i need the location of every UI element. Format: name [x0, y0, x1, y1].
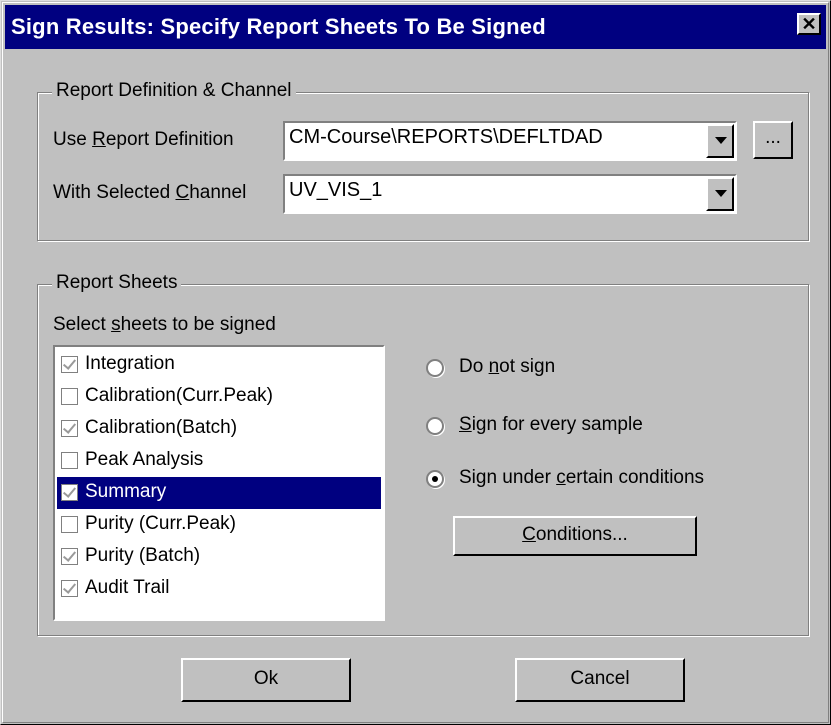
sheet-label: Peak Analysis: [85, 449, 204, 470]
use-report-definition-label: Use Report Definition: [53, 129, 234, 150]
browse-button[interactable]: ...: [753, 121, 793, 159]
dropdown-arrow-icon[interactable]: [706, 124, 734, 158]
sheet-label: Calibration(Curr.Peak): [85, 385, 273, 406]
title-bar[interactable]: Sign Results: Specify Report Sheets To B…: [5, 5, 826, 49]
sheet-list-item[interactable]: Purity (Curr.Peak): [57, 509, 381, 541]
sign-results-dialog: Sign Results: Specify Report Sheets To B…: [0, 0, 831, 725]
selected-channel-label: With Selected Channel: [53, 182, 247, 203]
radio-do-not-sign[interactable]: [426, 359, 444, 377]
dropdown-arrow-icon[interactable]: [706, 177, 734, 211]
sheet-checkbox[interactable]: [61, 580, 78, 597]
channel-value: UV_VIS_1: [289, 179, 383, 201]
conditions-button[interactable]: Conditions...: [453, 516, 697, 556]
report-definition-group: Report Definition & Channel: [37, 80, 809, 241]
sheet-label: Integration: [85, 353, 175, 374]
sheet-checkbox[interactable]: [61, 388, 78, 405]
sheet-list-item[interactable]: Peak Analysis: [57, 445, 381, 477]
dialog-title: Sign Results: Specify Report Sheets To B…: [11, 14, 546, 39]
sheet-list-item[interactable]: Calibration(Curr.Peak): [57, 381, 381, 413]
sheet-list-item[interactable]: Integration: [57, 349, 381, 381]
close-button[interactable]: ✕: [797, 13, 821, 35]
sheet-list-item[interactable]: Summary: [57, 477, 381, 509]
sheet-checkbox[interactable]: [61, 420, 78, 437]
sheet-checkbox[interactable]: [61, 516, 78, 533]
sheet-checkbox[interactable]: [61, 484, 78, 501]
sheets-listbox[interactable]: Integration Calibration(Curr.Peak) Calibra…: [53, 345, 385, 621]
radio-sign-every-sample-label[interactable]: Sign for every sample: [459, 414, 643, 436]
report-sheets-legend: Report Sheets: [52, 272, 182, 294]
radio-sign-every-sample[interactable]: [426, 417, 444, 435]
report-definition-legend: Report Definition & Channel: [52, 80, 296, 102]
report-definition-combo[interactable]: CM-Course\REPORTS\DEFLTDAD: [283, 121, 737, 161]
close-icon: ✕: [801, 14, 817, 34]
sheet-checkbox[interactable]: [61, 452, 78, 469]
sheet-label: Summary: [85, 481, 167, 502]
radio-do-not-sign-label[interactable]: Do not sign: [459, 356, 555, 378]
select-sheets-label: Select sheets to be signed: [53, 314, 276, 335]
ok-button[interactable]: Ok: [181, 658, 351, 702]
cancel-button[interactable]: Cancel: [515, 658, 685, 702]
sheet-label: Calibration(Batch): [85, 417, 238, 438]
channel-combo[interactable]: UV_VIS_1: [283, 174, 737, 214]
sheet-checkbox[interactable]: [61, 356, 78, 373]
sheet-checkbox[interactable]: [61, 548, 78, 565]
sheet-label: Audit Trail: [85, 577, 170, 598]
sheet-label: Purity (Batch): [85, 545, 201, 566]
report-definition-value: CM-Course\REPORTS\DEFLTDAD: [289, 126, 603, 148]
sheet-list-item[interactable]: Audit Trail: [57, 573, 381, 605]
radio-sign-under-conditions[interactable]: [426, 470, 444, 488]
radio-sign-under-conditions-label[interactable]: Sign under certain conditions: [459, 467, 704, 489]
sheet-list-item[interactable]: Calibration(Batch): [57, 413, 381, 445]
sheet-list-item[interactable]: Purity (Batch): [57, 541, 381, 573]
sheet-label: Purity (Curr.Peak): [85, 513, 236, 534]
